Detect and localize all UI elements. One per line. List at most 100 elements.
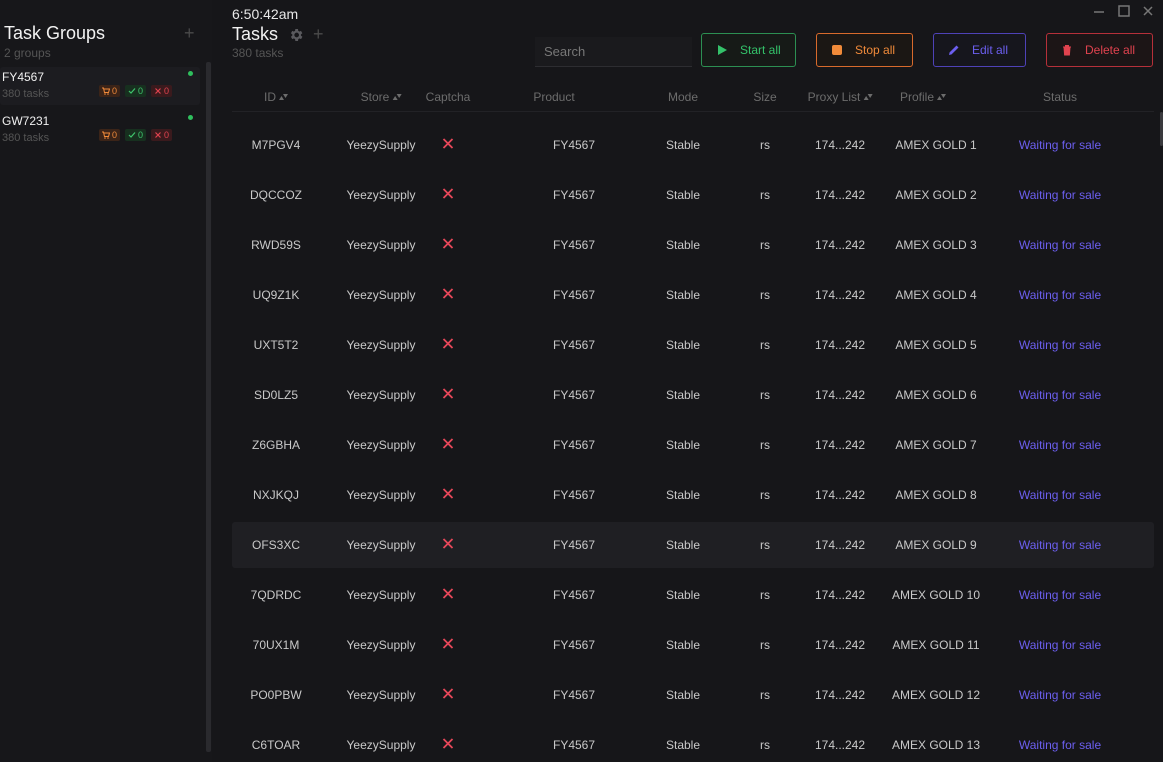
cell-store: YeezySupply bbox=[346, 638, 416, 652]
app-window: Task Groups 2 groups + FY4567 380 tasks 0 0… bbox=[0, 0, 1163, 762]
failed-badge: 0 bbox=[151, 129, 173, 141]
x-icon bbox=[442, 438, 454, 449]
online-status-dot bbox=[188, 71, 193, 76]
table-row[interactable]: RWD59S YeezySupply FY4567 Stable rs 174...242… bbox=[232, 222, 1154, 268]
cell-store: YeezySupply bbox=[346, 238, 416, 252]
stop-all-button[interactable]: Stop all bbox=[816, 33, 913, 67]
delete-all-label: Delete all bbox=[1085, 43, 1136, 57]
cell-mode: Stable bbox=[665, 188, 701, 202]
cell-mode: Stable bbox=[665, 688, 701, 702]
failed-count: 0 bbox=[164, 130, 170, 140]
table-row[interactable]: C6TOAR YeezySupply FY4567 Stable rs 174...242… bbox=[232, 722, 1154, 762]
edit-all-button[interactable]: Edit all bbox=[933, 33, 1026, 67]
cell-store: YeezySupply bbox=[346, 388, 416, 402]
cell-profile: AMEX GOLD 3 bbox=[895, 238, 977, 252]
column-store-label: Store bbox=[360, 90, 390, 104]
cell-proxy: 174...242 bbox=[814, 638, 866, 652]
cell-status: Waiting for sale bbox=[1018, 188, 1102, 202]
cell-status: Waiting for sale bbox=[1018, 438, 1102, 452]
cell-id: OFS3XC bbox=[251, 538, 301, 552]
table-row[interactable]: 7QDRDC YeezySupply FY4567 Stable rs 174...242… bbox=[232, 572, 1154, 618]
cell-profile: AMEX GOLD 9 bbox=[895, 538, 977, 552]
column-header-proxy[interactable]: Proxy List bbox=[808, 90, 873, 104]
table-row[interactable]: SD0LZ5 YeezySupply FY4567 Stable rs 174...242… bbox=[232, 372, 1154, 418]
cell-status: Waiting for sale bbox=[1018, 338, 1102, 352]
cell-store: YeezySupply bbox=[346, 188, 416, 202]
x-icon bbox=[442, 288, 454, 299]
cell-id: C6TOAR bbox=[251, 738, 301, 752]
cell-store: YeezySupply bbox=[346, 488, 416, 502]
column-id-label: ID bbox=[264, 90, 276, 104]
cell-proxy: 174...242 bbox=[814, 388, 866, 402]
x-icon bbox=[442, 488, 454, 499]
table-row[interactable]: NXJKQJ YeezySupply FY4567 Stable rs 174...242… bbox=[232, 472, 1154, 518]
cell-product: FY4567 bbox=[552, 238, 596, 252]
table-row[interactable]: DQCCOZ YeezySupply FY4567 Stable rs 174...242… bbox=[232, 172, 1154, 218]
task-group-card[interactable]: FY4567 380 tasks 0 0 0 bbox=[0, 67, 200, 105]
sort-arrows-icon bbox=[392, 94, 402, 100]
maximize-icon[interactable] bbox=[1117, 4, 1131, 18]
cell-size: rs bbox=[760, 638, 770, 652]
cell-status: Waiting for sale bbox=[1018, 738, 1102, 752]
carted-badge: 0 bbox=[99, 129, 121, 141]
table-row[interactable]: UQ9Z1K YeezySupply FY4567 Stable rs 174...242… bbox=[232, 272, 1154, 318]
column-header-id[interactable]: ID bbox=[264, 90, 288, 104]
column-header-store[interactable]: Store bbox=[361, 90, 402, 104]
cell-profile: AMEX GOLD 1 bbox=[895, 138, 977, 152]
tasks-title: Tasks bbox=[232, 24, 279, 44]
cell-id: M7PGV4 bbox=[251, 138, 301, 152]
table-row[interactable]: PO0PBW YeezySupply FY4567 Stable rs 174...242… bbox=[232, 672, 1154, 718]
add-group-button[interactable]: + bbox=[184, 24, 195, 42]
cell-product: FY4567 bbox=[552, 188, 596, 202]
table-row[interactable]: UXT5T2 YeezySupply FY4567 Stable rs 174...242… bbox=[232, 322, 1154, 368]
cell-store: YeezySupply bbox=[346, 138, 416, 152]
cell-size: rs bbox=[760, 138, 770, 152]
sort-arrows-icon bbox=[937, 94, 947, 100]
minimize-icon[interactable] bbox=[1092, 4, 1106, 18]
table-row[interactable]: OFS3XC YeezySupply FY4567 Stable rs 174...242… bbox=[232, 522, 1154, 568]
start-all-button[interactable]: Start all bbox=[701, 33, 796, 67]
task-groups-title: Task Groups bbox=[4, 23, 106, 43]
cell-status: Waiting for sale bbox=[1018, 588, 1102, 602]
column-header-profile[interactable]: Profile bbox=[899, 90, 947, 104]
column-profile-label: Profile bbox=[899, 90, 935, 104]
check-icon bbox=[128, 88, 136, 94]
edit-all-label: Edit all bbox=[972, 43, 1009, 57]
table-row[interactable]: M7PGV4 YeezySupply FY4567 Stable rs 174...242… bbox=[232, 122, 1154, 168]
success-count: 0 bbox=[138, 86, 144, 96]
cell-product: FY4567 bbox=[552, 488, 596, 502]
column-header-captcha: Captcha bbox=[426, 90, 471, 104]
cell-product: FY4567 bbox=[552, 438, 596, 452]
x-icon bbox=[442, 638, 454, 649]
cell-proxy: 174...242 bbox=[814, 538, 866, 552]
delete-all-button[interactable]: Delete all bbox=[1046, 33, 1153, 67]
column-status-label: Status bbox=[1042, 90, 1078, 104]
cell-id: SD0LZ5 bbox=[253, 388, 299, 402]
cell-profile: AMEX GOLD 5 bbox=[895, 338, 977, 352]
cell-proxy: 174...242 bbox=[814, 438, 866, 452]
cell-status: Waiting for sale bbox=[1018, 688, 1102, 702]
sidebar-scrollbar[interactable] bbox=[206, 62, 211, 752]
column-header-product: Product bbox=[533, 90, 574, 104]
task-group-card[interactable]: GW7231 380 tasks 0 0 0 bbox=[0, 111, 200, 149]
table-row[interactable]: 70UX1M YeezySupply FY4567 Stable rs 174...242… bbox=[232, 622, 1154, 668]
column-product-label: Product bbox=[533, 90, 575, 104]
cell-product: FY4567 bbox=[552, 638, 596, 652]
cell-id: DQCCOZ bbox=[250, 188, 302, 202]
column-captcha-label: Captcha bbox=[425, 90, 471, 104]
group-task-count: 380 tasks bbox=[2, 132, 50, 144]
cell-id: 70UX1M bbox=[252, 638, 300, 652]
cell-mode: Stable bbox=[665, 538, 701, 552]
close-icon[interactable] bbox=[1141, 4, 1155, 18]
cell-size: rs bbox=[760, 588, 770, 602]
search-input[interactable] bbox=[535, 37, 692, 67]
table-row[interactable]: Z6GBHA YeezySupply FY4567 Stable rs 174...242… bbox=[232, 422, 1154, 468]
cell-mode: Stable bbox=[665, 638, 701, 652]
x-icon bbox=[155, 132, 161, 138]
add-task-button[interactable]: + bbox=[313, 25, 324, 43]
tasks-count: 380 tasks bbox=[232, 46, 284, 60]
group-name: FY4567 bbox=[2, 70, 45, 84]
column-size-label: Size bbox=[753, 90, 777, 104]
cell-status: Waiting for sale bbox=[1018, 288, 1102, 302]
gear-icon[interactable] bbox=[288, 27, 304, 43]
